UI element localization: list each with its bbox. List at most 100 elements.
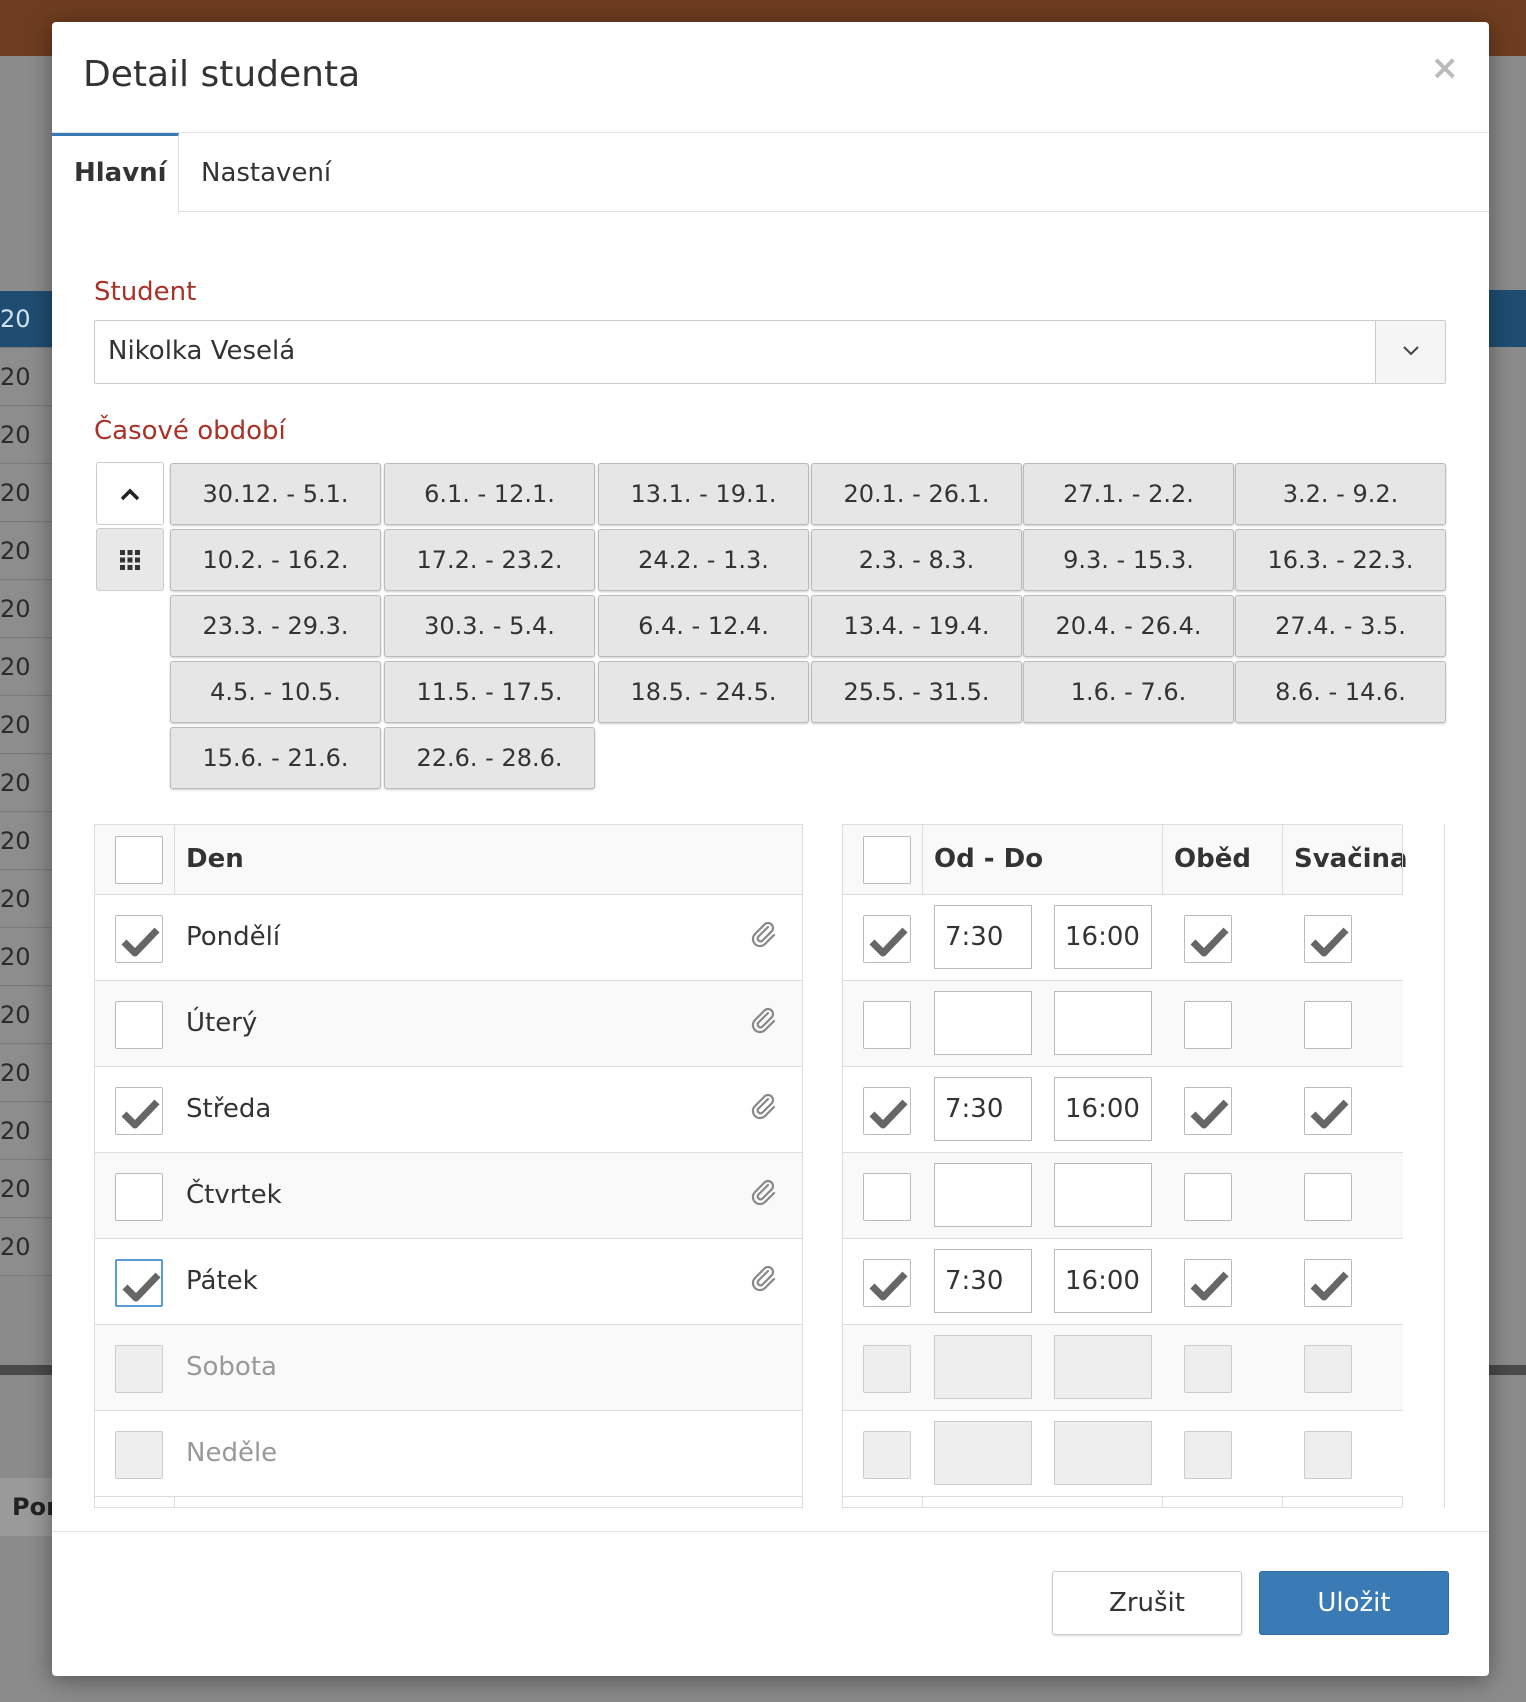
time-to-input[interactable] [1054,1163,1152,1227]
time-from-input[interactable]: 7:30 [934,905,1032,969]
week-button[interactable]: 20.1. - 26.1. [811,463,1022,525]
snack-checkbox[interactable] [1304,1001,1352,1049]
week-button[interactable]: 13.4. - 19.4. [811,595,1022,657]
time-row [843,1153,1403,1239]
week-button[interactable]: 1.6. - 7.6. [1023,661,1234,723]
week-button[interactable]: 2.3. - 8.3. [811,529,1022,591]
lunch-checkbox[interactable] [1184,1259,1232,1307]
time-from-input [934,1421,1032,1485]
day-checkbox[interactable] [115,1087,163,1135]
week-button[interactable]: 23.3. - 29.3. [170,595,381,657]
paperclip-icon[interactable] [748,1263,778,1293]
select-all-times-checkbox[interactable] [863,836,911,884]
days-table: Den Pondělí Úterý Středa Čtvrtek Pátek Sobota… [94,824,803,1508]
time-to-input[interactable]: 16:00 [1054,905,1152,969]
time-row-checkbox[interactable] [863,1259,911,1307]
week-button[interactable]: 13.1. - 19.1. [598,463,809,525]
time-from-input[interactable]: 7:30 [934,1077,1032,1141]
week-button[interactable]: 17.2. - 23.2. [384,529,595,591]
snack-checkbox[interactable] [1304,1087,1352,1135]
time-row-checkbox[interactable] [863,1001,911,1049]
day-name: Pátek [186,1266,258,1296]
background-row-label: 20 [0,349,52,406]
week-button[interactable]: 15.6. - 21.6. [170,727,381,789]
background-row-label: 20 [0,581,52,638]
day-row: Neděle [95,1411,802,1497]
save-button[interactable]: Uložit [1259,1571,1449,1635]
background-row-label: 20 [0,929,52,986]
week-button[interactable]: 10.2. - 16.2. [170,529,381,591]
paperclip-icon[interactable] [748,919,778,949]
chevron-up-icon[interactable] [96,462,164,525]
student-label: Student [94,277,197,307]
times-table: Od - Do Oběd Svačina 7:30 16:00 7:30 16:00 7… [842,824,1408,1508]
close-icon[interactable]: × [1431,48,1460,88]
week-button[interactable]: 30.3. - 5.4. [384,595,595,657]
week-button[interactable]: 16.3. - 22.3. [1235,529,1446,591]
week-button[interactable]: 27.1. - 2.2. [1023,463,1234,525]
snack-column-header: Svačina [1294,844,1408,874]
chevron-down-icon[interactable] [1375,321,1445,383]
week-button[interactable]: 18.5. - 24.5. [598,661,809,723]
time-from-input[interactable]: 7:30 [934,1249,1032,1313]
tab-bar: Hlavní Nastavení [52,133,1489,213]
time-row-checkbox [863,1345,911,1393]
lunch-checkbox[interactable] [1184,1001,1232,1049]
paperclip-icon[interactable] [748,1005,778,1035]
week-button[interactable]: 6.4. - 12.4. [598,595,809,657]
week-button[interactable]: 30.12. - 5.1. [170,463,381,525]
tab-main[interactable]: Hlavní [52,133,179,213]
background-selected-row-edge [1488,290,1526,347]
week-button[interactable]: 3.2. - 9.2. [1235,463,1446,525]
week-button[interactable]: 20.4. - 26.4. [1023,595,1234,657]
day-name: Úterý [186,1008,258,1038]
day-checkbox[interactable] [115,1001,163,1049]
day-checkbox[interactable] [115,915,163,963]
snack-checkbox [1304,1345,1352,1393]
week-button[interactable]: 22.6. - 28.6. [384,727,595,789]
lunch-checkbox[interactable] [1184,1087,1232,1135]
time-from-input[interactable] [934,991,1032,1055]
day-row: Středa [95,1067,802,1153]
lunch-checkbox[interactable] [1184,915,1232,963]
week-button[interactable]: 24.2. - 1.3. [598,529,809,591]
time-row-checkbox [863,1431,911,1479]
day-row: Sobota [95,1325,802,1411]
time-from-input[interactable] [934,1163,1032,1227]
day-name: Čtvrtek [186,1180,282,1210]
cancel-button[interactable]: Zrušit [1052,1571,1242,1635]
time-row-checkbox[interactable] [863,1087,911,1135]
background-row-label: 20 [0,987,52,1044]
week-button[interactable]: 9.3. - 15.3. [1023,529,1234,591]
days-table-header: Den [95,825,802,895]
select-all-days-checkbox[interactable] [115,836,163,884]
tab-settings[interactable]: Nastavení [179,133,353,213]
time-row: 7:30 16:00 [843,895,1403,981]
time-to-input[interactable]: 16:00 [1054,1077,1152,1141]
time-to-input[interactable]: 16:00 [1054,1249,1152,1313]
week-button[interactable]: 6.1. - 12.1. [384,463,595,525]
background-row-label: 20 [0,523,52,580]
time-row [843,1411,1403,1497]
week-button[interactable]: 25.5. - 31.5. [811,661,1022,723]
time-row-checkbox[interactable] [863,1173,911,1221]
time-row: 7:30 16:00 [843,1239,1403,1325]
time-to-input[interactable] [1054,991,1152,1055]
day-checkbox[interactable] [115,1173,163,1221]
day-checkbox[interactable] [115,1259,163,1307]
week-button[interactable]: 4.5. - 10.5. [170,661,381,723]
lunch-checkbox [1184,1345,1232,1393]
grid-icon[interactable] [96,528,164,591]
day-name: Pondělí [186,922,281,952]
week-button[interactable]: 27.4. - 3.5. [1235,595,1446,657]
snack-checkbox[interactable] [1304,1173,1352,1221]
week-button[interactable]: 11.5. - 17.5. [384,661,595,723]
time-row-checkbox[interactable] [863,915,911,963]
snack-checkbox[interactable] [1304,915,1352,963]
student-select[interactable]: Nikolka Veselá [94,320,1446,384]
paperclip-icon[interactable] [748,1091,778,1121]
snack-checkbox[interactable] [1304,1259,1352,1307]
lunch-checkbox[interactable] [1184,1173,1232,1221]
paperclip-icon[interactable] [748,1177,778,1207]
week-button[interactable]: 8.6. - 14.6. [1235,661,1446,723]
